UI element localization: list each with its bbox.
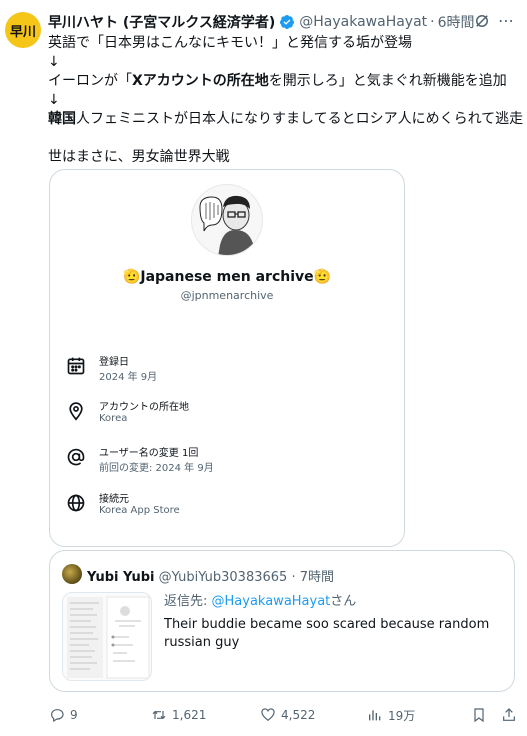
post-line: ↓ xyxy=(48,92,60,108)
author-avatar[interactable]: 早川 xyxy=(5,12,41,48)
grok-icon[interactable] xyxy=(473,12,491,30)
location-pin-icon xyxy=(69,402,83,421)
info-title: アカウントの所在地 xyxy=(99,402,189,413)
quoted-reply-context: 返信先: @HayakawaHayatさん xyxy=(164,590,356,609)
reply-icon xyxy=(51,709,64,723)
reply-count: 9 xyxy=(70,708,78,722)
post-line-blank xyxy=(48,129,518,148)
globe-icon xyxy=(67,494,85,512)
attached-image-profile-card[interactable]: 🫡Japanese men archive🫡 @jpnmenarchive 登録… xyxy=(49,169,405,547)
profile-name-text: Japanese men archive xyxy=(140,269,314,285)
post-action-bar: 9 1,621 4,522 19万 xyxy=(49,704,519,726)
views-bar-chart-icon xyxy=(369,710,381,721)
quoted-image-thumbnail[interactable] xyxy=(62,592,152,681)
like-button[interactable]: 4,522 xyxy=(260,704,315,726)
share-icon xyxy=(503,708,515,721)
profile-handle: @jpnmenarchive xyxy=(180,289,274,302)
repost-button[interactable]: 1,621 xyxy=(151,704,206,726)
reply-suffix: さん xyxy=(330,594,357,609)
at-sign-icon xyxy=(67,448,85,466)
post-line-part: 人フェミニストが日本人になりすましてるとロシア人にめくられて逃走 xyxy=(76,111,524,127)
post-line-bold: Xアカウントの所在地 xyxy=(132,73,269,89)
like-count: 4,522 xyxy=(281,708,316,722)
repost-icon xyxy=(152,710,166,720)
salute-emoji-icon: 🫡 xyxy=(313,269,332,285)
info-title: 登録日 xyxy=(99,357,129,368)
repost-count: 1,621 xyxy=(172,708,207,722)
post-line-bold: 韓国 xyxy=(48,111,76,127)
quoted-post-header: Yubi Yubi @YubiYub30383665 · 7時間 xyxy=(87,566,334,585)
post-text: 英語で「日本男はこんなにキモい！」と発信する垢が登場 ↓ イーロンが「Xアカウン… xyxy=(48,34,523,167)
info-title: ユーザー名の変更 1回 xyxy=(99,448,199,459)
post-time[interactable]: 6時間 xyxy=(438,12,475,32)
bookmark-icon xyxy=(474,708,484,723)
salute-emoji-icon: 🫡 xyxy=(122,269,141,285)
heart-icon xyxy=(261,708,275,722)
share-button[interactable] xyxy=(501,704,522,726)
views-button[interactable]: 19万 xyxy=(367,704,415,726)
header-separator: · xyxy=(430,14,435,30)
calendar-icon xyxy=(67,357,85,375)
bookmark-button[interactable] xyxy=(471,704,492,726)
post-line-part: イーロンが「 xyxy=(48,73,132,89)
reply-handle-link[interactable]: @HayakawaHayat xyxy=(212,594,331,609)
post-line: 英語で「日本男はこんなにキモい！」と発信する垢が登場 xyxy=(48,35,412,51)
verified-badge-icon xyxy=(280,15,295,29)
quoted-post-time[interactable]: 7時間 xyxy=(300,570,334,585)
info-title: 接続元 xyxy=(99,494,129,505)
post-header: 早川ハヤト (子宮マルクス経済学者) @HayakawaHayat · 6時間 xyxy=(48,12,515,32)
author-handle[interactable]: @HayakawaHayat xyxy=(299,14,427,30)
quoted-author-handle[interactable]: @YubiYub30383665 xyxy=(159,570,288,585)
reply-button[interactable]: 9 xyxy=(49,704,78,726)
profile-display-name: 🫡Japanese men archive🫡 xyxy=(50,269,404,285)
reply-prefix: 返信先: xyxy=(164,594,212,609)
quoted-post[interactable]: Yubi Yubi @YubiYub30383665 · 7時間 返信先: @H… xyxy=(49,550,515,692)
profile-avatar-illustration xyxy=(191,184,263,256)
author-name[interactable]: 早川ハヤト (子宮マルクス経済学者) xyxy=(48,12,275,32)
info-value: Korea App Store xyxy=(99,505,180,516)
header-separator: · xyxy=(291,570,296,585)
more-options-icon[interactable]: ⋯ xyxy=(497,12,515,30)
post-line: イーロンが「Xアカウントの所在地を開示しろ」と気まぐれ新機能を追加 xyxy=(48,72,518,91)
post-line: 韓国人フェミニストが日本人になりすましてるとロシア人にめくられて逃走 xyxy=(48,110,523,129)
info-value: 2024 年 9月 xyxy=(99,372,158,383)
post-line-part: を開示しろ」と気まぐれ新機能を追加 xyxy=(268,73,507,89)
quoted-author-avatar[interactable] xyxy=(62,564,82,584)
post-line: 世はまさに、男女論世界大戦 xyxy=(48,149,230,165)
post-line: ↓ xyxy=(48,54,60,70)
quoted-post-text: Their buddie became soo scared because r… xyxy=(164,617,490,650)
info-value: Korea xyxy=(99,413,128,424)
quoted-author-name[interactable]: Yubi Yubi xyxy=(87,570,155,585)
info-value: 前回の変更: 2024 年 9月 xyxy=(99,463,214,474)
view-count: 19万 xyxy=(388,708,416,723)
